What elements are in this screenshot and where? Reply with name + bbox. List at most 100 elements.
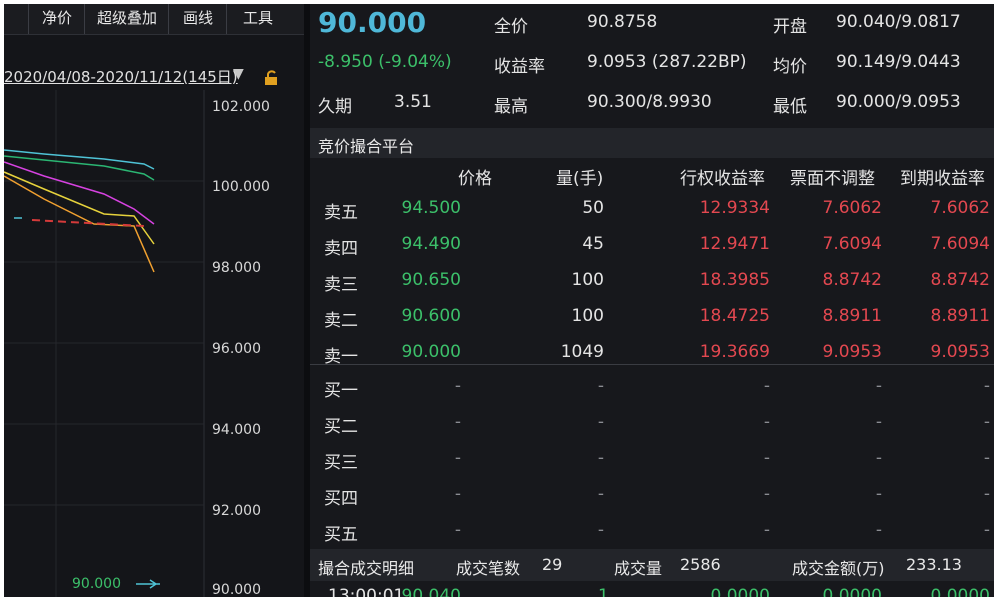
row-label: 卖二 [324,311,358,331]
row-volume: 50 [582,198,604,218]
series-line-cyan [4,149,155,170]
ask-row[interactable]: 卖五 94.500 50 12.9334 7.6062 7.6062 [310,190,994,226]
row-call-yield: 18.4725 [699,306,770,326]
row-maturity-yield: 9.0953 [930,342,990,362]
trade-amount-label: 成交金额(万) [792,559,885,578]
row-coupon-yield: - [875,484,882,504]
row-price: 90.000 [401,342,461,362]
row-call-yield: - [763,412,770,432]
full-price-label: 全价 [494,17,528,37]
row-volume: - [597,412,604,432]
avg-value: 90.149/9.0443 [836,52,961,72]
row-price: - [454,412,461,432]
row-coupon-yield: 8.8911 [822,306,882,326]
bid-row[interactable]: 买五 - - - - - [310,512,994,548]
y-tick-label: 94.000 [212,422,261,438]
col-header-maturity-yield: 到期收益率 [900,169,985,189]
ask-row[interactable]: 卖三 90.650 100 18.3985 8.8742 8.8742 [310,262,994,298]
trade-amount-value: 233.13 [906,555,962,574]
row-maturity-yield: - [983,484,990,504]
trade-summary-bar: 撮合成交明细 成交笔数 29 成交量 2586 成交金额(万) 233.13 [310,549,994,581]
bid-row[interactable]: 买四 - - - - - [310,476,994,512]
row-price: - [454,376,461,396]
last-price-tag: 90.000 [72,576,121,592]
row-maturity-yield: 7.6094 [930,234,990,254]
avg-label: 均价 [773,57,807,77]
row-call-yield: - [763,448,770,468]
row-label: 买五 [324,525,358,545]
last-price: 90.000 [318,6,427,39]
row-price: 94.490 [401,234,461,254]
row-price: 90.650 [401,270,461,290]
price-chart[interactable]: 102.000 100.000 98.000 96.000 94.000 92.… [4,4,304,597]
row-price: 94.500 [401,198,461,218]
low-label: 最低 [773,97,807,117]
row-coupon-yield: - [875,448,882,468]
row-volume: - [597,484,604,504]
yield-value: 9.0953 (287.22BP) [587,52,747,72]
chevron-down-icon[interactable]: ▼ [233,66,244,82]
full-price-value: 90.8758 [587,12,658,32]
price-change: -8.950 (-9.04%) [318,52,452,72]
high-value: 90.300/8.9930 [587,92,712,112]
row-label: 卖四 [324,239,358,259]
row-coupon-yield: 8.8742 [822,270,882,290]
row-coupon-yield: - [875,412,882,432]
trade-maturity-yield: 0.0000 [930,586,990,597]
row-maturity-yield: 7.6062 [930,198,990,218]
trade-price: 90.040 [401,586,461,597]
chart-panel: 净价 超级叠加 画线 工具 102.000 100.000 98.000 96.… [4,4,304,597]
y-tick-label: 100.000 [212,179,270,195]
last-price-marker-icon [136,579,160,589]
row-call-yield: 12.9471 [699,234,770,254]
trade-volume: 1 [598,586,609,597]
col-header-coupon-unadjusted: 票面不调整 [790,169,875,189]
trade-volume-label: 成交量 [614,559,663,578]
row-price: - [454,484,461,504]
ask-row[interactable]: 卖二 90.600 100 18.4725 8.8911 8.8911 [310,298,994,334]
col-header-volume: 量(手) [556,169,604,189]
trade-call-yield: 0.0000 [710,586,770,597]
trade-row[interactable]: 13:00:01 90.040 1 0.0000 0.0000 0.0000 [310,582,994,597]
trade-volume-value: 2586 [680,555,721,574]
bid-row[interactable]: 买三 - - - - - [310,440,994,476]
row-volume: - [597,448,604,468]
bid-row[interactable]: 买一 - - - - - [310,368,994,404]
quote-panel: 90.000 -8.950 (-9.04%) 久期 3.51 全价 90.875… [310,4,994,597]
ask-row[interactable]: 卖四 94.490 45 12.9471 7.6094 7.6094 [310,226,994,262]
row-maturity-yield: - [983,520,990,540]
trade-time: 13:00:01 [328,586,405,597]
row-volume: 100 [571,306,604,326]
row-label: 买二 [324,417,358,437]
section-title: 竞价撮合平台 [318,137,415,156]
trade-count-value: 29 [542,555,563,574]
row-volume: 1049 [560,342,604,362]
bid-row[interactable]: 买二 - - - - - [310,404,994,440]
series-line-green [4,155,155,181]
row-label: 买三 [324,453,358,473]
row-maturity-yield: 8.8742 [930,270,990,290]
row-label: 买四 [324,489,358,509]
row-volume: - [597,376,604,396]
row-coupon-yield: - [875,520,882,540]
series-line-orange [4,175,155,273]
row-call-yield: - [763,520,770,540]
high-label: 最高 [494,97,528,117]
section-header: 竞价撮合平台 [310,128,994,158]
row-price: - [454,520,461,540]
lock-icon[interactable] [263,70,279,86]
y-tick-label: 96.000 [212,341,261,357]
duration-value: 3.51 [394,92,432,112]
row-volume: - [597,520,604,540]
date-range-selector[interactable]: 2020/04/08-2020/11/12(145日) [4,66,238,87]
y-tick-label: 92.000 [212,503,261,519]
row-call-yield: 12.9334 [699,198,770,218]
row-coupon-yield: 7.6094 [822,234,882,254]
app-window: 净价 超级叠加 画线 工具 102.000 100.000 98.000 96.… [4,4,994,597]
open-label: 开盘 [773,17,807,37]
trade-coupon-yield: 0.0000 [822,586,882,597]
row-call-yield: - [763,484,770,504]
row-maturity-yield: 8.8911 [930,306,990,326]
row-volume: 100 [571,270,604,290]
row-price: 90.600 [401,306,461,326]
